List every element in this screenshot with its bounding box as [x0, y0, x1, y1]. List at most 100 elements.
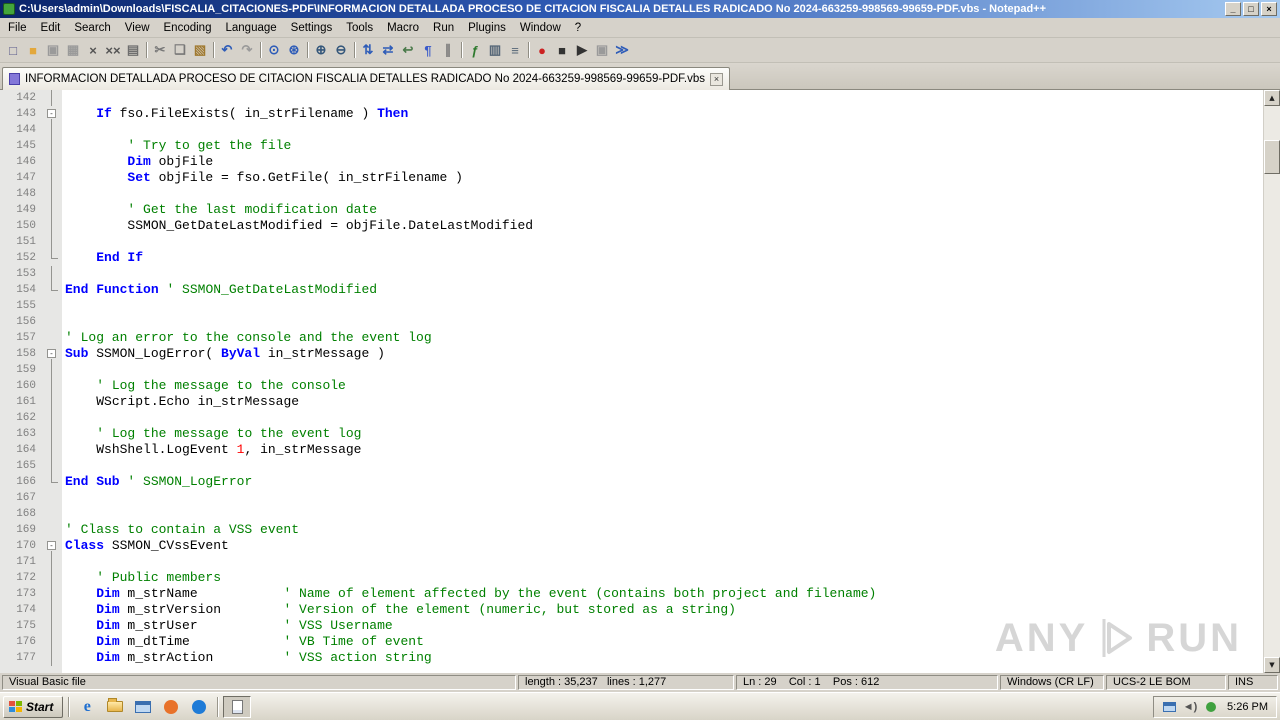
code-line[interactable]: 151	[0, 234, 1263, 250]
save-all-icon[interactable]: ▦	[63, 40, 83, 60]
network-icon[interactable]	[1161, 699, 1177, 715]
sync-vertical-scroll-icon[interactable]: ⇅	[358, 40, 378, 60]
editor-pane[interactable]: 142 143- If fso.FileExists( in_strFilenam…	[0, 90, 1280, 673]
code-line[interactable]: 166 End Sub ' SSMON_LogError	[0, 474, 1263, 490]
code-line[interactable]: 162	[0, 410, 1263, 426]
document-tab[interactable]: INFORMACION DETALLADA PROCESO DE CITACIO…	[2, 67, 731, 90]
code-line[interactable]: 167	[0, 490, 1263, 506]
record-macro-icon[interactable]: ●	[532, 40, 552, 60]
code-line[interactable]: 149 ' Get the last modification date	[0, 202, 1263, 218]
code-line[interactable]: 155	[0, 298, 1263, 314]
orange-browser-icon[interactable]	[158, 696, 184, 718]
code-line[interactable]: 156	[0, 314, 1263, 330]
code-line[interactable]: 148	[0, 186, 1263, 202]
close-file-icon[interactable]: ×	[83, 40, 103, 60]
code-line[interactable]: 160 ' Log the message to the console	[0, 378, 1263, 394]
menu-encoding[interactable]: Encoding	[157, 19, 219, 37]
stop-macro-icon[interactable]: ■	[552, 40, 572, 60]
show-all-characters-icon[interactable]: ¶	[418, 40, 438, 60]
indent-guide-icon[interactable]: ∥	[438, 40, 458, 60]
taskbar-clock[interactable]: 5:26 PM	[1225, 701, 1268, 713]
blue-browser-icon[interactable]	[186, 696, 212, 718]
new-file-icon[interactable]: □	[3, 40, 23, 60]
print-icon[interactable]: ▤	[123, 40, 143, 60]
play-macro-icon[interactable]: ▶	[572, 40, 592, 60]
code-line[interactable]: 169 ' Class to contain a VSS event	[0, 522, 1263, 538]
internet-explorer-icon[interactable]: e	[74, 696, 100, 718]
code-line[interactable]: 164 WshShell.LogEvent 1, in_strMessage	[0, 442, 1263, 458]
run-macro-multiple-icon[interactable]: ≫	[612, 40, 632, 60]
close-all-icon[interactable]: ××	[103, 40, 123, 60]
menu-settings[interactable]: Settings	[284, 19, 340, 37]
function-list-icon[interactable]: ƒ	[465, 40, 485, 60]
minimize-button[interactable]: _	[1225, 2, 1241, 16]
code-line[interactable]: 172 ' Public members	[0, 570, 1263, 586]
menu-edit[interactable]: Edit	[34, 19, 68, 37]
menu-search[interactable]: Search	[67, 19, 117, 37]
zoom-out-icon[interactable]: ⊖	[331, 40, 351, 60]
menu-language[interactable]: Language	[218, 19, 283, 37]
fold-collapse-icon[interactable]: -	[47, 541, 56, 550]
document-map-icon[interactable]: ▥	[485, 40, 505, 60]
word-wrap-icon[interactable]: ↩	[398, 40, 418, 60]
menu-tools[interactable]: Tools	[339, 19, 380, 37]
code-line[interactable]: 173 Dim m_strName ' Name of element affe…	[0, 586, 1263, 602]
scrollbar-thumb[interactable]	[1264, 140, 1280, 174]
menu-plugins[interactable]: Plugins	[461, 19, 513, 37]
code-line[interactable]: 143- If fso.FileExists( in_strFilename )…	[0, 106, 1263, 122]
fold-margin[interactable]: -	[42, 538, 62, 554]
save-file-icon[interactable]: ▣	[43, 40, 63, 60]
undo-icon[interactable]: ↶	[217, 40, 237, 60]
code-line[interactable]: 168	[0, 506, 1263, 522]
code-line[interactable]: 152 End If	[0, 250, 1263, 266]
menu-view[interactable]: View	[118, 19, 157, 37]
code-area[interactable]: 142 143- If fso.FileExists( in_strFilenam…	[0, 90, 1263, 673]
menu-window[interactable]: Window	[513, 19, 568, 37]
code-line[interactable]: 157 ' Log an error to the console and the…	[0, 330, 1263, 346]
security-icon[interactable]	[1203, 699, 1219, 715]
close-button[interactable]: ×	[1261, 2, 1277, 16]
code-line[interactable]: 146 Dim objFile	[0, 154, 1263, 170]
zoom-in-icon[interactable]: ⊕	[311, 40, 331, 60]
display-window-icon[interactable]	[130, 696, 156, 718]
code-line[interactable]: 147 Set objFile = fso.GetFile( in_strFil…	[0, 170, 1263, 186]
redo-icon[interactable]: ↷	[237, 40, 257, 60]
save-macro-icon[interactable]: ▣	[592, 40, 612, 60]
paste-icon[interactable]: ▧	[190, 40, 210, 60]
menu-run[interactable]: Run	[426, 19, 461, 37]
code-line[interactable]: 159	[0, 362, 1263, 378]
fold-collapse-icon[interactable]: -	[47, 349, 56, 358]
code-line[interactable]: 165	[0, 458, 1263, 474]
code-line[interactable]: 154 End Function ' SSMON_GetDateLastModif…	[0, 282, 1263, 298]
code-line[interactable]: 163 ' Log the message to the event log	[0, 426, 1263, 442]
fold-collapse-icon[interactable]: -	[47, 109, 56, 118]
notepadpp-taskbar-button[interactable]	[223, 695, 252, 718]
code-line[interactable]: 170- Class SSMON_CVssEvent	[0, 538, 1263, 554]
vertical-scrollbar[interactable]: ▲ ▼	[1263, 90, 1280, 673]
code-line[interactable]: 144	[0, 122, 1263, 138]
maximize-button[interactable]: □	[1243, 2, 1259, 16]
code-line[interactable]: 171	[0, 554, 1263, 570]
scroll-down-icon[interactable]: ▼	[1264, 657, 1280, 673]
copy-icon[interactable]: ❏	[170, 40, 190, 60]
start-button[interactable]: Start	[3, 695, 64, 718]
fold-margin[interactable]: -	[42, 346, 62, 362]
code-line[interactable]: 150 SSMON_GetDateLastModified = objFile.…	[0, 218, 1263, 234]
code-line[interactable]: 158- Sub SSMON_LogError( ByVal in_strMess…	[0, 346, 1263, 362]
volume-icon[interactable]: ◄)	[1182, 699, 1198, 715]
find-icon[interactable]: ⊙	[264, 40, 284, 60]
sync-horizontal-scroll-icon[interactable]: ⇄	[378, 40, 398, 60]
titlebar[interactable]: C:\Users\admin\Downloads\FISCALIA_CITACI…	[0, 0, 1280, 18]
folder-icon[interactable]	[102, 696, 128, 718]
scroll-up-icon[interactable]: ▲	[1264, 90, 1280, 106]
code-line[interactable]: 142	[0, 90, 1263, 106]
menu-help[interactable]: ?	[568, 19, 588, 37]
menu-file[interactable]: File	[1, 19, 34, 37]
replace-icon[interactable]: ⊛	[284, 40, 304, 60]
cut-icon[interactable]: ✂	[150, 40, 170, 60]
code-line[interactable]: 153	[0, 266, 1263, 282]
code-line[interactable]: 161 WScript.Echo in_strMessage	[0, 394, 1263, 410]
fold-margin[interactable]: -	[42, 106, 62, 122]
open-file-icon[interactable]: ■	[23, 40, 43, 60]
tab-close-button[interactable]: ×	[710, 72, 724, 86]
